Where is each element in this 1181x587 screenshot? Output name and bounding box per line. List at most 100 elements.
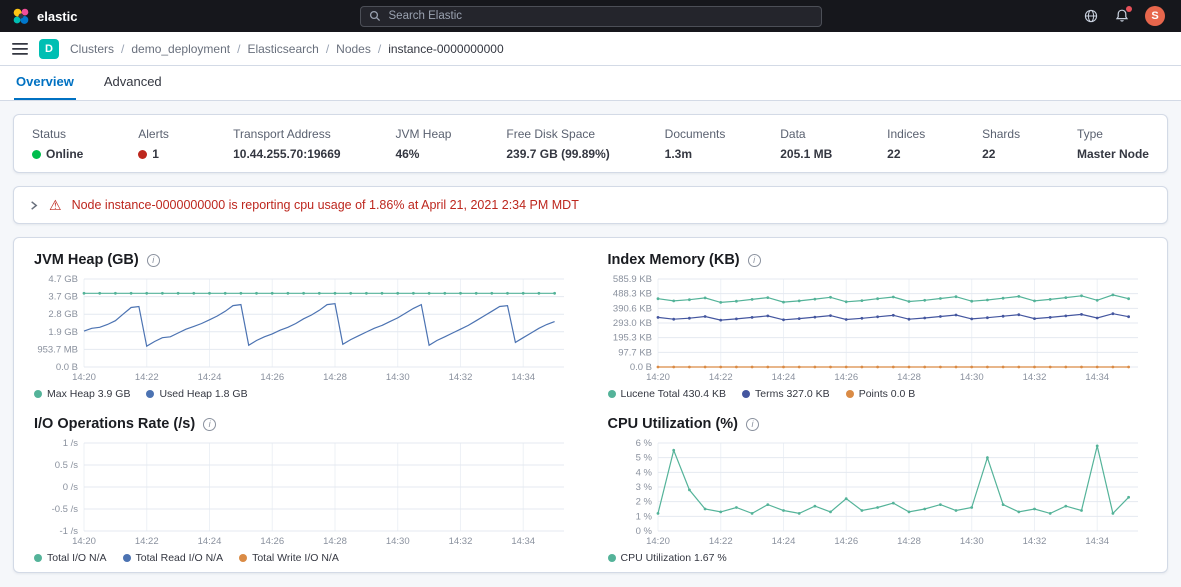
legend-item-total-read-i-o-n-a[interactable]: Total Read I/O N/A bbox=[123, 552, 224, 564]
legend-item-lucene-total-430-4-kb[interactable]: Lucene Total 430.4 KB bbox=[608, 388, 726, 400]
global-search[interactable] bbox=[360, 6, 822, 27]
legend-item-used-heap-1-8-gb[interactable]: Used Heap 1.8 GB bbox=[146, 388, 247, 400]
cloud-deployments-button[interactable] bbox=[1083, 8, 1099, 24]
elastic-logo[interactable]: elastic bbox=[12, 7, 77, 25]
summary-label: Documents bbox=[665, 127, 726, 141]
legend-item-points-0-0-b[interactable]: Points 0.0 B bbox=[846, 388, 916, 400]
alert-text-suffix: is reporting cpu usage of 1.86% at April… bbox=[225, 198, 579, 212]
alerts-button[interactable] bbox=[1114, 8, 1130, 24]
tab-overview[interactable]: Overview bbox=[14, 66, 76, 100]
summary-value: 239.7 GB (99.89%) bbox=[506, 147, 609, 161]
user-avatar[interactable]: S bbox=[1145, 6, 1165, 26]
chart-plot-io-rate[interactable]: 14:2014:2214:2414:2614:2814:3014:3214:34… bbox=[34, 437, 572, 549]
svg-text:14:34: 14:34 bbox=[1085, 536, 1109, 547]
summary-item-free-disk-space: Free Disk Space239.7 GB (99.89%) bbox=[506, 127, 609, 161]
chart-legend: Max Heap 3.9 GB Used Heap 1.8 GB bbox=[34, 388, 574, 400]
summary-value: 205.1 MB bbox=[780, 147, 832, 161]
svg-text:5 %: 5 % bbox=[635, 453, 652, 464]
svg-text:14:24: 14:24 bbox=[771, 372, 795, 383]
summary-label: Shards bbox=[982, 127, 1022, 141]
alert-expand-button[interactable] bbox=[28, 200, 39, 211]
svg-text:585.9 KB: 585.9 KB bbox=[612, 274, 651, 285]
summary-item-documents: Documents 1.3m bbox=[665, 127, 726, 161]
info-icon[interactable]: i bbox=[203, 418, 216, 431]
top-header: elastic bbox=[0, 0, 1181, 32]
elastic-logo-icon bbox=[12, 7, 30, 25]
breadcrumb-demo-deployment[interactable]: demo_deployment bbox=[131, 42, 230, 56]
svg-text:3.7 GB: 3.7 GB bbox=[48, 292, 78, 303]
legend-item-terms-327-0-kb[interactable]: Terms 327.0 KB bbox=[742, 388, 830, 400]
svg-text:4 %: 4 % bbox=[635, 467, 652, 478]
svg-text:2 %: 2 % bbox=[635, 497, 652, 508]
summary-item-jvm-heap: JVM Heap46% bbox=[395, 127, 451, 161]
svg-text:4.7 GB: 4.7 GB bbox=[48, 274, 78, 285]
summary-value: 1.3m bbox=[665, 147, 726, 161]
header-actions: S bbox=[1083, 6, 1169, 26]
chart-plot-cpu-utilization[interactable]: 14:2014:2214:2414:2614:2814:3014:3214:34… bbox=[608, 437, 1146, 549]
legend-item-max-heap-3-9-gb[interactable]: Max Heap 3.9 GB bbox=[34, 388, 130, 400]
chart-legend: CPU Utilization 1.67 % bbox=[608, 552, 1148, 564]
breadcrumb-elasticsearch[interactable]: Elasticsearch bbox=[247, 42, 318, 56]
svg-text:14:32: 14:32 bbox=[1022, 536, 1046, 547]
chevron-right-icon bbox=[28, 200, 39, 211]
alert-node-link[interactable]: instance-0000000000 bbox=[105, 198, 225, 212]
svg-text:14:22: 14:22 bbox=[708, 372, 732, 383]
svg-text:1 /s: 1 /s bbox=[63, 438, 79, 449]
alert-callout: ⚠ Node instance-0000000000 is reporting … bbox=[13, 186, 1168, 224]
breadcrumb-clusters[interactable]: Clusters bbox=[70, 42, 114, 56]
chart-index-memory: Index Memory (KB)i14:2014:2214:2414:2614… bbox=[608, 252, 1148, 400]
svg-text:0.0 B: 0.0 B bbox=[56, 362, 78, 373]
deployment-badge[interactable]: D bbox=[39, 39, 59, 59]
summary-label: JVM Heap bbox=[395, 127, 451, 141]
legend-item-total-i-o-n-a[interactable]: Total I/O N/A bbox=[34, 552, 107, 564]
legend-dot-icon bbox=[239, 554, 247, 562]
legend-dot-icon bbox=[742, 390, 750, 398]
alert-text-prefix: Node bbox=[72, 198, 105, 212]
svg-text:14:34: 14:34 bbox=[511, 536, 535, 547]
breadcrumb-separator: / bbox=[326, 42, 329, 56]
svg-text:14:28: 14:28 bbox=[897, 372, 921, 383]
legend-dot-icon bbox=[146, 390, 154, 398]
info-icon[interactable]: i bbox=[748, 254, 761, 267]
menu-button[interactable] bbox=[12, 42, 28, 56]
status-dot-icon bbox=[32, 150, 41, 159]
chart-legend: Lucene Total 430.4 KB Terms 327.0 KB Point… bbox=[608, 388, 1148, 400]
svg-text:14:26: 14:26 bbox=[834, 536, 858, 547]
chart-plot-index-memory[interactable]: 14:2014:2214:2414:2614:2814:3014:3214:34… bbox=[608, 273, 1146, 385]
svg-text:14:32: 14:32 bbox=[449, 536, 473, 547]
alert-badge-dot bbox=[1126, 6, 1132, 12]
breadcrumb-separator: / bbox=[237, 42, 240, 56]
svg-text:14:24: 14:24 bbox=[771, 536, 795, 547]
legend-item-cpu-utilization-1-67[interactable]: CPU Utilization 1.67 % bbox=[608, 552, 727, 564]
svg-text:14:22: 14:22 bbox=[708, 536, 732, 547]
page-content: StatusOnlineAlerts1Transport Address10.4… bbox=[0, 101, 1181, 587]
breadcrumb: Clusters / demo_deployment / Elasticsearch / N… bbox=[70, 42, 504, 56]
svg-text:14:32: 14:32 bbox=[449, 372, 473, 383]
chart-legend: Total I/O N/A Total Read I/O N/A Total Wri… bbox=[34, 552, 574, 564]
svg-text:-1 /s: -1 /s bbox=[60, 526, 79, 537]
summary-label: Alerts bbox=[138, 127, 178, 141]
svg-text:14:20: 14:20 bbox=[646, 536, 670, 547]
svg-text:2.8 GB: 2.8 GB bbox=[48, 309, 78, 320]
globe-icon bbox=[1083, 8, 1099, 24]
legend-label: Total Read I/O N/A bbox=[136, 552, 224, 564]
chart-plot-jvm-heap[interactable]: 14:2014:2214:2414:2614:2814:3014:3214:34… bbox=[34, 273, 572, 385]
search-icon bbox=[369, 10, 381, 22]
chart-io-rate: I/O Operations Rate (/s)i14:2014:2214:24… bbox=[34, 416, 574, 564]
chart-title: Index Memory (KB) bbox=[608, 252, 740, 268]
legend-item-total-write-i-o-n-a[interactable]: Total Write I/O N/A bbox=[239, 552, 339, 564]
svg-text:0.0 B: 0.0 B bbox=[629, 362, 651, 373]
summary-item-type: TypeMaster Node bbox=[1077, 127, 1149, 161]
search-input[interactable] bbox=[387, 9, 813, 23]
breadcrumb-separator: / bbox=[121, 42, 124, 56]
svg-text:14:30: 14:30 bbox=[386, 536, 410, 547]
breadcrumb-nodes[interactable]: Nodes bbox=[336, 42, 371, 56]
legend-label: Total Write I/O N/A bbox=[252, 552, 339, 564]
svg-text:953.7 MB: 953.7 MB bbox=[37, 344, 78, 355]
summary-label: Type bbox=[1077, 127, 1149, 141]
info-icon[interactable]: i bbox=[746, 418, 759, 431]
tab-advanced[interactable]: Advanced bbox=[102, 66, 164, 100]
svg-text:97.7 KB: 97.7 KB bbox=[618, 347, 652, 358]
summary-item-status: StatusOnline bbox=[32, 127, 83, 161]
info-icon[interactable]: i bbox=[147, 254, 160, 267]
